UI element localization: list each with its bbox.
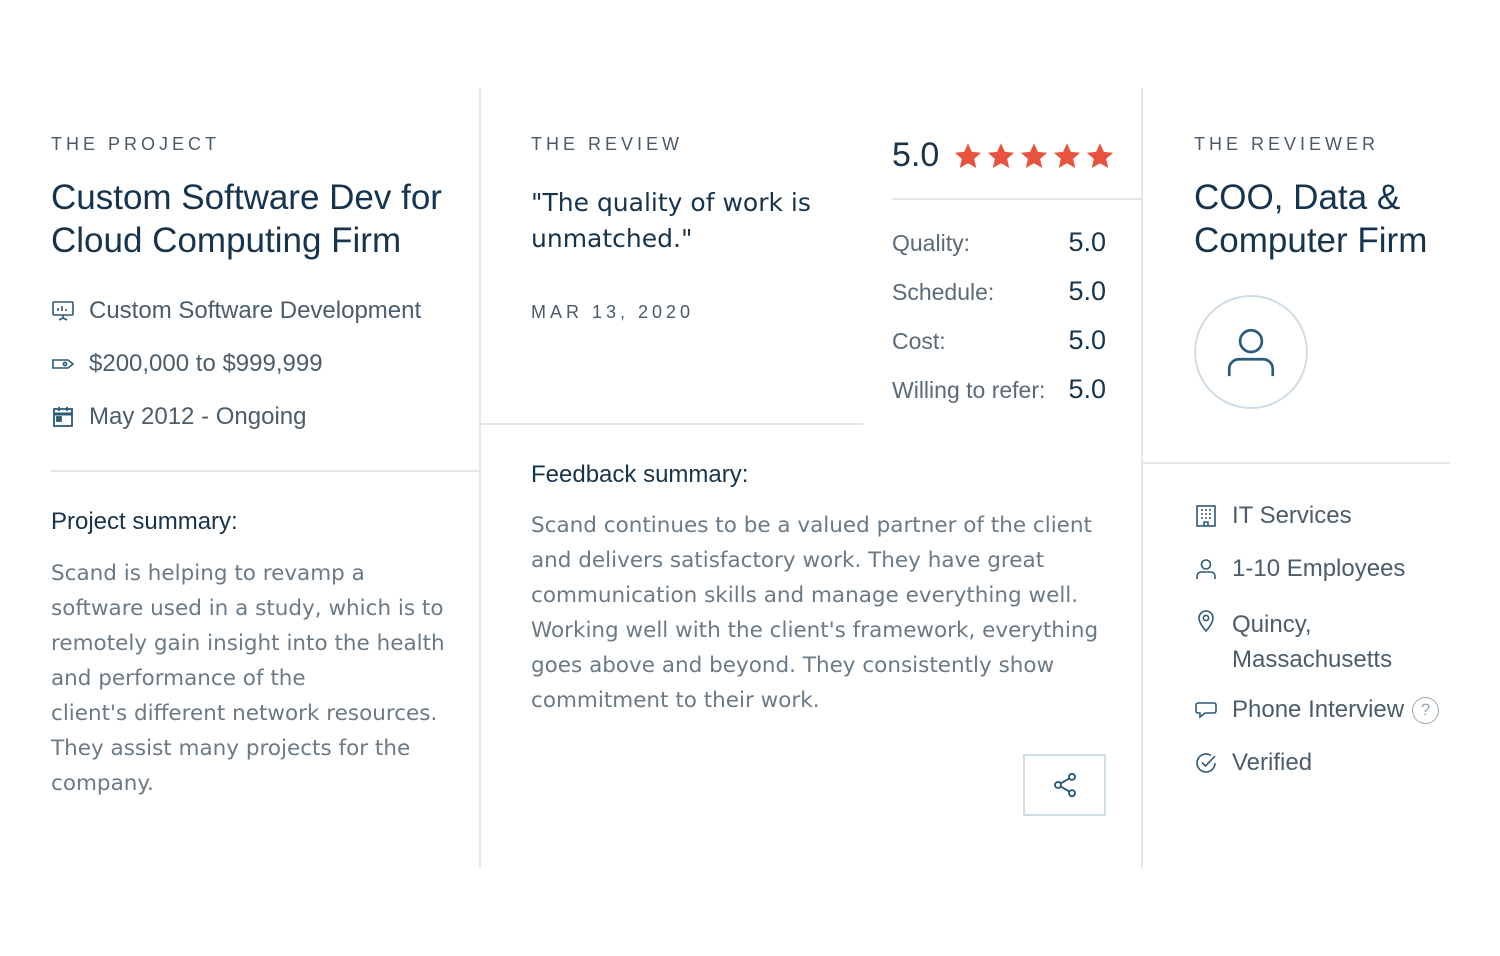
star-rating xyxy=(953,141,1115,171)
review-eyebrow: THE REVIEW xyxy=(531,134,684,154)
quote-line: unmatched." xyxy=(531,224,693,253)
reviewer-interview-text: Phone Interview xyxy=(1232,696,1405,723)
reviewer-industry: IT Services xyxy=(1194,502,1352,530)
review-date: MAR 13, 2020 xyxy=(531,302,695,322)
project-title: Custom Software Dev for Cloud Computing … xyxy=(51,176,442,262)
summary-line: client's different network resources. xyxy=(51,701,438,726)
project-service-text: Custom Software Development xyxy=(89,297,422,324)
summary-line: and performance of the xyxy=(51,666,306,691)
reviewer-location: Quincy, Massachusetts xyxy=(1194,607,1392,677)
help-icon[interactable]: ? xyxy=(1412,696,1440,724)
score-value: 5.0 xyxy=(1068,227,1106,257)
project-dates: May 2012 - Ongoing xyxy=(51,403,306,431)
reviewer-title-line: Computer Firm xyxy=(1194,221,1428,260)
project-summary-heading: Project summary: xyxy=(51,508,238,535)
score-row-refer: Willing to refer: 5.0 xyxy=(892,374,1106,405)
user-icon xyxy=(1227,328,1275,377)
chat-bubble-icon xyxy=(1194,698,1218,722)
score-row-quality: Quality: 5.0 xyxy=(892,227,1106,258)
divider-left xyxy=(479,88,481,868)
person-icon xyxy=(1194,557,1218,581)
project-dates-text: May 2012 - Ongoing xyxy=(89,403,307,430)
reviewer-size: 1-10 Employees xyxy=(1194,555,1405,583)
quote-line: "The quality of work is xyxy=(531,188,811,217)
summary-line: Scand is helping to revamp a xyxy=(51,561,365,586)
star-icon xyxy=(1087,142,1114,168)
score-label: Quality: xyxy=(892,230,970,256)
share-icon xyxy=(1053,772,1076,798)
location-line: Quincy, xyxy=(1232,611,1312,638)
feedback-line: commitment to their work. xyxy=(531,688,820,713)
divider-right xyxy=(1141,88,1143,868)
score-value: 5.0 xyxy=(1068,325,1106,355)
feedback-line: Scand continues to be a valued partner o… xyxy=(531,513,1092,538)
score-value: 5.0 xyxy=(1068,374,1106,404)
reviewer-verified-text: Verified xyxy=(1232,749,1313,776)
feedback-line: goes above and beyond. They consistently… xyxy=(531,653,1055,678)
overall-rating: 5.0 xyxy=(892,136,1115,175)
feedback-line: and delivers satisfactory work. They hav… xyxy=(531,548,1045,573)
score-value: 5.0 xyxy=(1068,276,1106,306)
building-icon xyxy=(1194,504,1218,528)
score-label: Willing to refer: xyxy=(892,377,1046,403)
check-circle-icon xyxy=(1194,751,1218,775)
calendar-icon xyxy=(51,405,75,429)
reviewer-divider xyxy=(1142,462,1450,464)
feedback-summary-text: Scand continues to be a valued partner o… xyxy=(531,508,1121,718)
rating-divider xyxy=(892,198,1142,200)
reviewer-title: COO, Data & Computer Firm xyxy=(1194,176,1427,262)
reviewer-location-text: Quincy, Massachusetts xyxy=(1232,607,1392,677)
score-row-cost: Cost: 5.0 xyxy=(892,325,1106,356)
reviewer-eyebrow: THE REVIEWER xyxy=(1194,134,1380,154)
project-summary-text: Scand is helping to revamp a software us… xyxy=(51,556,471,801)
project-budget-text: $200,000 to $999,999 xyxy=(89,350,323,377)
feedback-line: Working well with the client's framework… xyxy=(531,618,1099,643)
share-button[interactable] xyxy=(1023,754,1106,816)
project-service: Custom Software Development xyxy=(51,297,421,325)
reviewer-interview: Phone Interview ? xyxy=(1194,696,1440,724)
feedback-summary-heading: Feedback summary: xyxy=(531,461,749,488)
reviewer-industry-text: IT Services xyxy=(1232,502,1352,529)
feedback-line: communication skills and manage everythi… xyxy=(531,583,1079,608)
review-quote: "The quality of work is unmatched." xyxy=(531,185,811,257)
summary-line: They assist many projects for the xyxy=(51,736,411,761)
score-row-schedule: Schedule: 5.0 xyxy=(892,276,1106,307)
price-tag-icon xyxy=(51,352,75,376)
star-icon xyxy=(955,142,982,168)
project-divider xyxy=(51,470,479,472)
avatar xyxy=(1194,295,1308,409)
project-eyebrow: THE PROJECT xyxy=(51,134,221,154)
review-divider xyxy=(480,423,863,425)
location-pin-icon xyxy=(1194,609,1218,633)
project-title-line: Cloud Computing Firm xyxy=(51,221,402,260)
project-budget: $200,000 to $999,999 xyxy=(51,350,323,378)
star-icon xyxy=(988,142,1015,168)
presentation-icon xyxy=(51,299,75,323)
overall-score: 5.0 xyxy=(892,136,940,174)
reviewer-title-line: COO, Data & xyxy=(1194,178,1401,217)
summary-line: software used in a study, which is to xyxy=(51,596,444,621)
summary-line: remotely gain insight into the health xyxy=(51,631,445,656)
summary-line: company. xyxy=(51,771,154,796)
score-label: Schedule: xyxy=(892,279,995,305)
reviewer-verified: Verified xyxy=(1194,749,1312,777)
score-label: Cost: xyxy=(892,328,946,354)
location-line: Massachusetts xyxy=(1232,646,1393,673)
project-title-line: Custom Software Dev for xyxy=(51,178,442,217)
reviewer-size-text: 1-10 Employees xyxy=(1232,555,1406,582)
star-icon xyxy=(1054,142,1081,168)
star-icon xyxy=(1021,142,1048,168)
